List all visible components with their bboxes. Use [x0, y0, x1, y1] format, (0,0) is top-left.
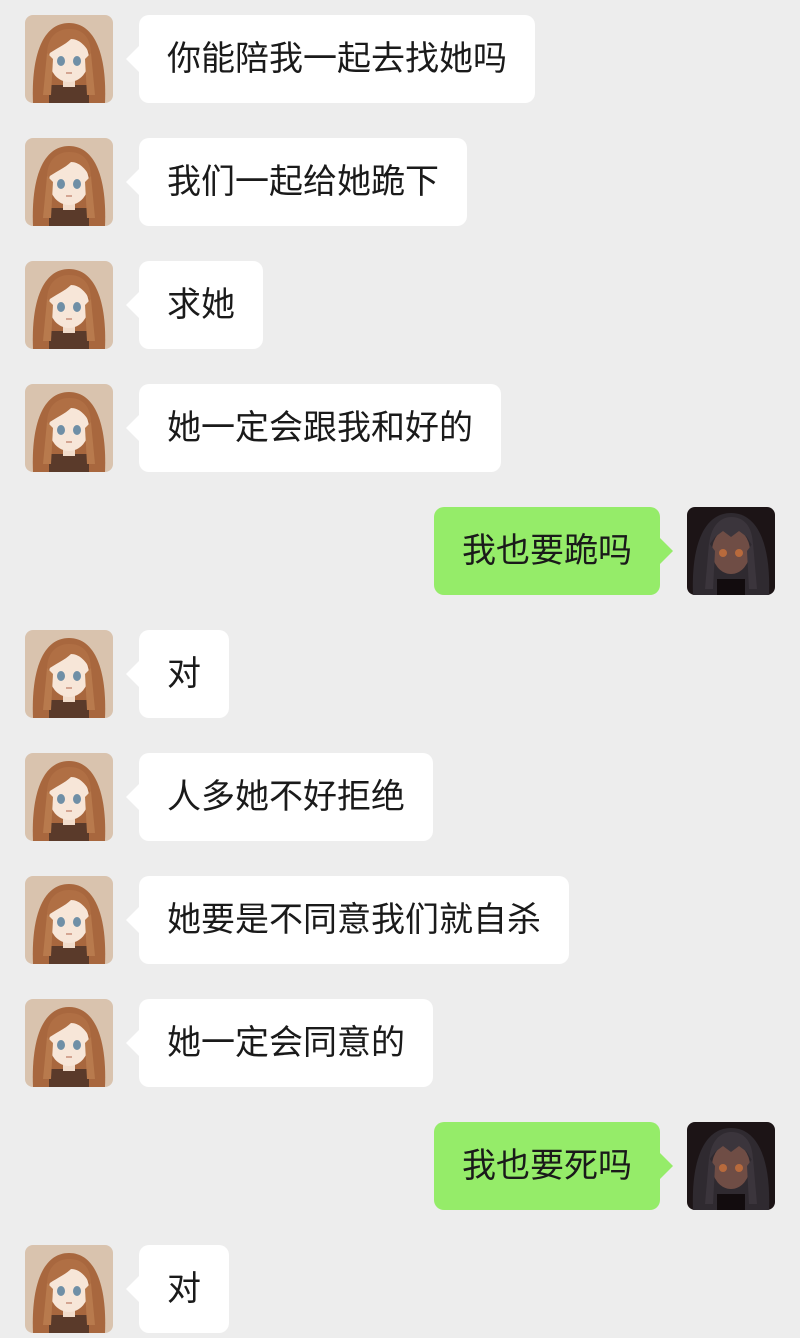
- message-row-incoming: 她一定会同意的: [0, 999, 800, 1087]
- contact-avatar[interactable]: [25, 876, 113, 964]
- anime-girl-brown-hair-avatar-icon: [25, 15, 113, 103]
- message-row-incoming: 对: [0, 1245, 800, 1333]
- my-avatar[interactable]: [687, 507, 775, 595]
- anime-girl-brown-hair-avatar-icon: [25, 753, 113, 841]
- contact-avatar[interactable]: [25, 261, 113, 349]
- message-row-incoming: 人多她不好拒绝: [0, 753, 800, 841]
- anime-girl-dark-hair-avatar-icon: [687, 507, 775, 595]
- message-bubble-outgoing[interactable]: 我也要死吗: [434, 1122, 673, 1210]
- my-avatar[interactable]: [687, 1122, 775, 1210]
- anime-girl-brown-hair-avatar-icon: [25, 384, 113, 472]
- contact-avatar[interactable]: [25, 1245, 113, 1333]
- message-bubble-incoming[interactable]: 对: [126, 1245, 229, 1333]
- message-row-incoming: 对: [0, 630, 800, 718]
- anime-girl-brown-hair-avatar-icon: [25, 630, 113, 718]
- message-bubble-incoming[interactable]: 人多她不好拒绝: [126, 753, 433, 841]
- message-bubble-incoming[interactable]: 她要是不同意我们就自杀: [126, 876, 569, 964]
- message-bubble-incoming[interactable]: 她一定会同意的: [126, 999, 433, 1087]
- message-bubble-incoming[interactable]: 你能陪我一起去找她吗: [126, 15, 535, 103]
- message-row-incoming: 你能陪我一起去找她吗: [0, 15, 800, 103]
- contact-avatar[interactable]: [25, 999, 113, 1087]
- anime-girl-brown-hair-avatar-icon: [25, 999, 113, 1087]
- message-row-incoming: 她一定会跟我和好的: [0, 384, 800, 472]
- contact-avatar[interactable]: [25, 138, 113, 226]
- message-row-outgoing: 我也要死吗: [0, 1122, 800, 1210]
- message-bubble-incoming[interactable]: 我们一起给她跪下: [126, 138, 467, 226]
- contact-avatar[interactable]: [25, 384, 113, 472]
- anime-girl-brown-hair-avatar-icon: [25, 261, 113, 349]
- chat-message-list[interactable]: 你能陪我一起去找她吗 我们一起给她跪下 求她 她一定会跟我和好的 我也要跪吗 对: [0, 0, 800, 1338]
- message-bubble-incoming[interactable]: 求她: [126, 261, 263, 349]
- anime-girl-brown-hair-avatar-icon: [25, 1245, 113, 1333]
- message-row-incoming: 求她: [0, 261, 800, 349]
- message-row-incoming: 她要是不同意我们就自杀: [0, 876, 800, 964]
- contact-avatar[interactable]: [25, 630, 113, 718]
- message-bubble-outgoing[interactable]: 我也要跪吗: [434, 507, 673, 595]
- anime-girl-dark-hair-avatar-icon: [687, 1122, 775, 1210]
- contact-avatar[interactable]: [25, 753, 113, 841]
- anime-girl-brown-hair-avatar-icon: [25, 876, 113, 964]
- message-row-incoming: 我们一起给她跪下: [0, 138, 800, 226]
- message-row-outgoing: 我也要跪吗: [0, 507, 800, 595]
- message-bubble-incoming[interactable]: 对: [126, 630, 229, 718]
- message-bubble-incoming[interactable]: 她一定会跟我和好的: [126, 384, 501, 472]
- anime-girl-brown-hair-avatar-icon: [25, 138, 113, 226]
- contact-avatar[interactable]: [25, 15, 113, 103]
